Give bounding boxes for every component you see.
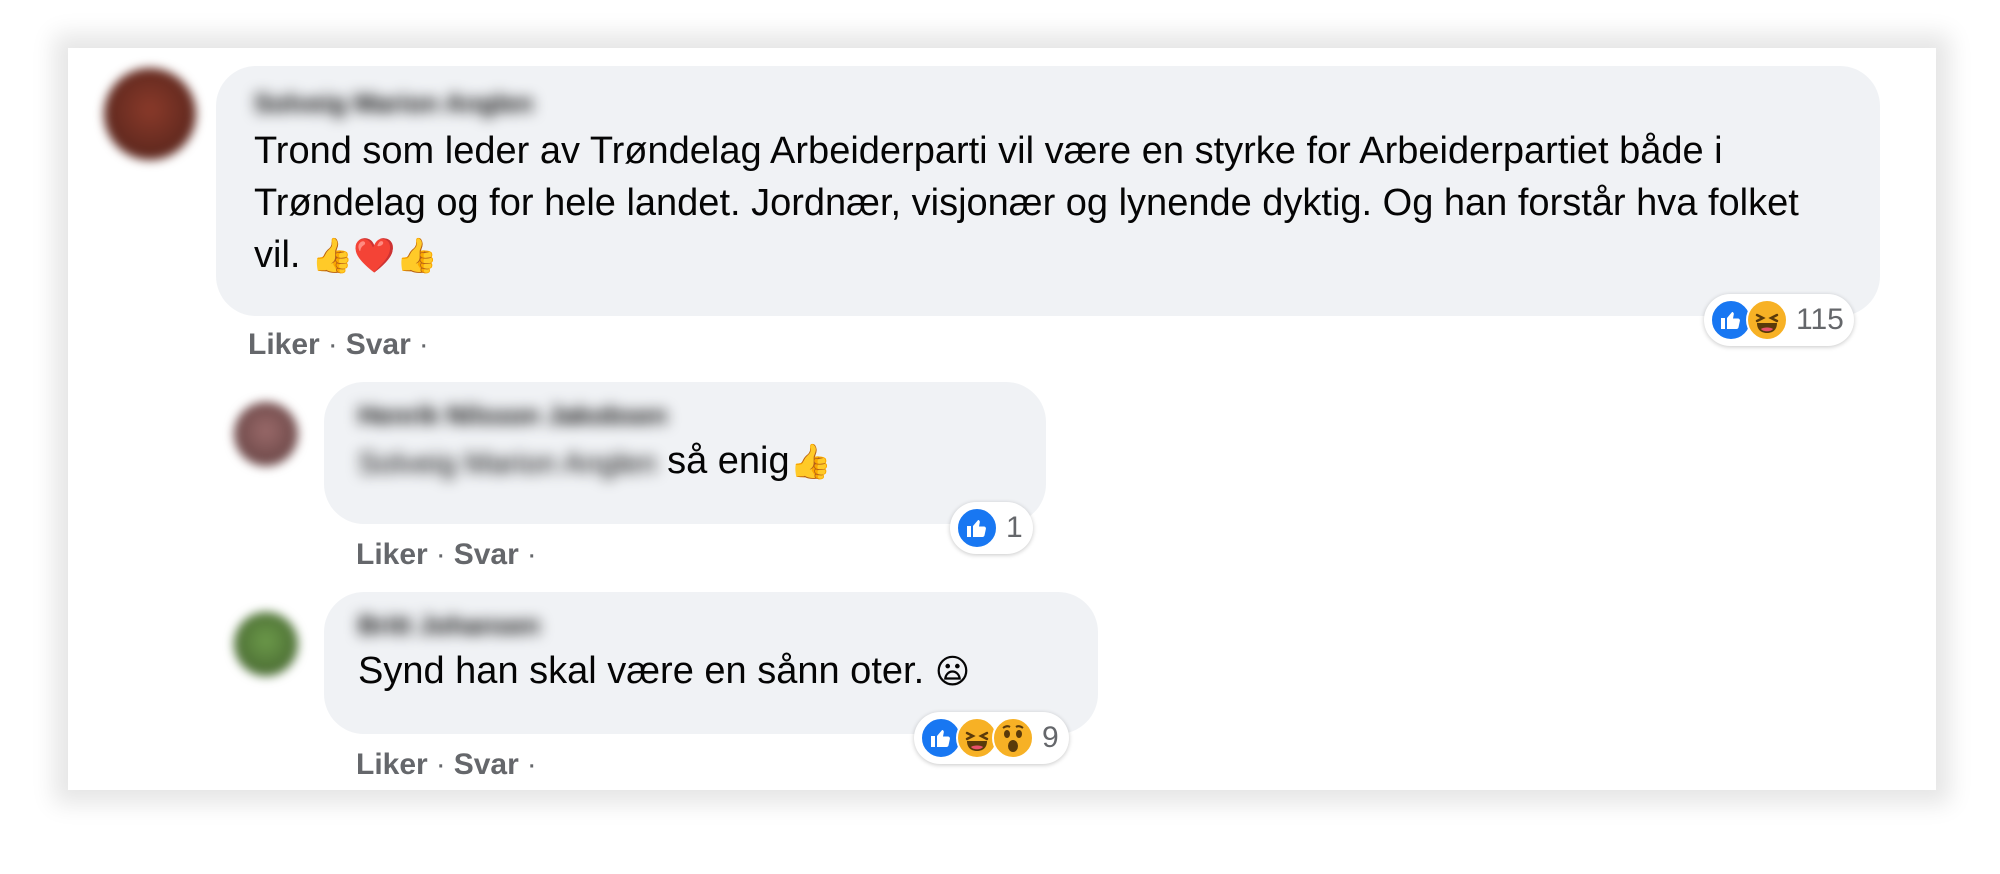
comment-text: Trond som leder av Trøndelag Arbeiderpar… — [254, 130, 1799, 276]
comment-actions: Liker · Svar · — [356, 538, 545, 572]
frowning-face-emoji: 😦 — [934, 652, 971, 692]
comment-text: Synd han skal være en sånn oter. 😦 — [358, 650, 971, 692]
avatar[interactable] — [104, 68, 196, 160]
wow-icon — [992, 717, 1034, 759]
like-button[interactable]: Liker — [248, 328, 320, 361]
reaction-summary[interactable]: 9 — [914, 712, 1069, 764]
like-button[interactable]: Liker — [356, 748, 428, 781]
reply-button[interactable]: Svar — [454, 748, 519, 781]
thumbs-up-emoji: 👍 — [395, 236, 439, 276]
reaction-count: 1 — [1006, 511, 1023, 544]
haha-icon — [1746, 299, 1788, 341]
reaction-count: 9 — [1042, 721, 1059, 754]
thumbs-up-emoji: 👍 — [311, 236, 354, 276]
thumbs-up-emoji: 👍 — [789, 442, 832, 482]
comment-author[interactable]: Henrik Nilsson Jakobsen — [358, 400, 1012, 431]
reaction-count: 115 — [1796, 303, 1844, 336]
comment-bubble: Henrik Nilsson Jakobsen Solveig Marion A… — [324, 382, 1046, 524]
separator: · — [435, 748, 446, 781]
comment-actions: Liker · Svar · — [248, 328, 437, 362]
separator: · — [526, 538, 537, 571]
red-heart-emoji: ❤️ — [353, 236, 396, 276]
comment-author[interactable]: Britt Johansen — [358, 610, 1064, 641]
separator: · — [418, 328, 429, 361]
comments-card: Solveig Marion Anglen Trond som leder av… — [68, 48, 1936, 790]
comment-bubble: Solveig Marion Anglen Trond som leder av… — [216, 66, 1880, 316]
separator: · — [526, 748, 537, 781]
separator: · — [435, 538, 446, 571]
reply-button[interactable]: Svar — [346, 328, 411, 361]
comment-actions: Liker · Svar · — [356, 748, 545, 782]
reaction-summary[interactable]: 115 — [1704, 294, 1854, 346]
comment-author[interactable]: Solveig Marion Anglen — [254, 88, 1842, 119]
mention-link[interactable]: Solveig Marion Anglen — [358, 438, 657, 490]
avatar[interactable] — [234, 402, 298, 466]
reaction-summary[interactable]: 1 — [950, 502, 1033, 554]
like-icon — [956, 507, 998, 549]
separator: · — [327, 328, 338, 361]
reply-button[interactable]: Svar — [454, 538, 519, 571]
avatar[interactable] — [234, 612, 298, 676]
comment-text: Solveig Marion Anglen så enig👍 — [358, 435, 1012, 490]
like-button[interactable]: Liker — [356, 538, 428, 571]
